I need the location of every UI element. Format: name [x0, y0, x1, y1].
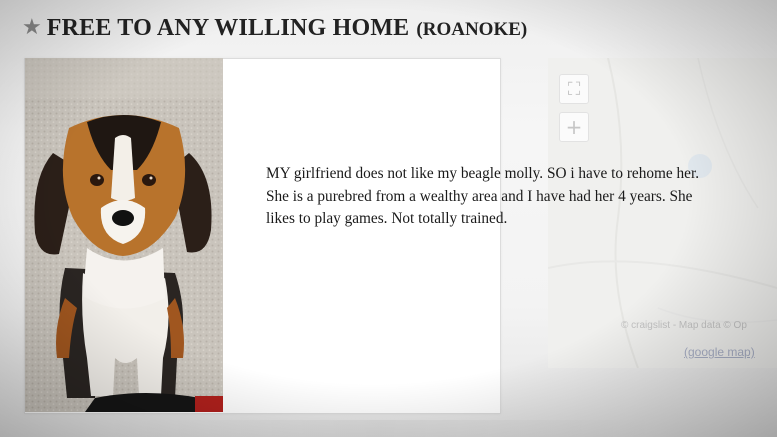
posting-body: MY girlfriend does not like my beagle mo… [266, 163, 777, 231]
fullscreen-icon: ⛶ [567, 78, 581, 100]
footer-blur [100, 420, 660, 437]
posting-body-line: likes to play games. Not totally trained… [266, 210, 508, 227]
fullscreen-button[interactable]: ⛶ [559, 74, 589, 104]
posting-title-row: ★ FREE TO ANY WILLING HOME (ROANOKE) [22, 10, 527, 46]
posting-body-line: MY girlfriend does not like my beagle mo… [266, 165, 700, 182]
page: ★ FREE TO ANY WILLING HOME (ROANOKE) ⛶ +… [0, 0, 777, 437]
google-map-link[interactable]: (google map) [684, 345, 755, 359]
zoom-in-button[interactable]: + [559, 112, 589, 142]
posting-body-line: She is a purebred from a wealthy area an… [266, 187, 693, 205]
beagle-image [25, 58, 223, 412]
beagle-photo[interactable] [25, 58, 223, 412]
star-icon[interactable]: ★ [22, 17, 42, 39]
map-credit: © craigslist - Map data © Op [621, 320, 747, 331]
zoom-in-icon: + [565, 115, 583, 139]
posting-location: (ROANOKE) [416, 19, 528, 40]
posting-title: FREE TO ANY WILLING HOME [46, 14, 410, 41]
